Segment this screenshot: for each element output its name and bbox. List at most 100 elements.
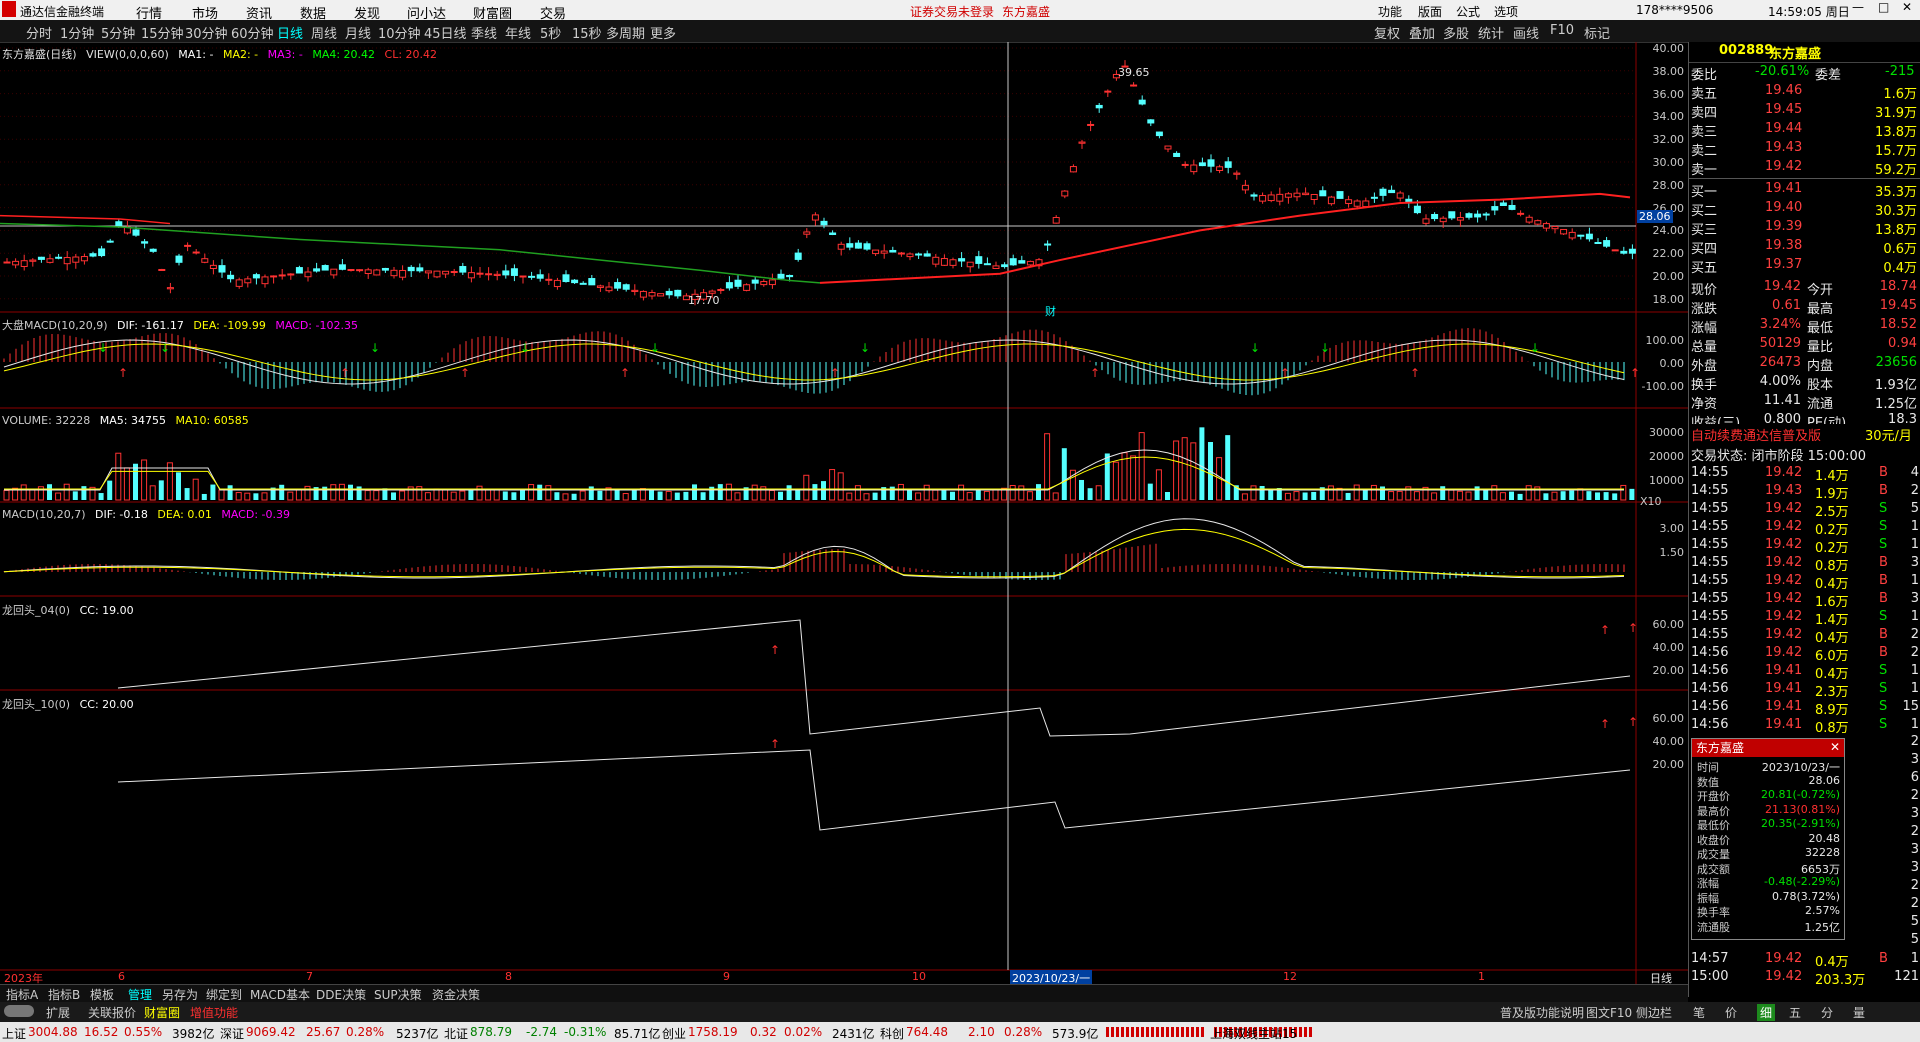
period-more[interactable]: 更多 [650, 23, 676, 42]
candle-down [1095, 104, 1103, 109]
sell-level-row[interactable]: 卖五 19.46 1.6万 [1689, 82, 1920, 102]
buy-level-row[interactable]: 买一 19.41 35.3万 [1689, 180, 1920, 200]
tick-count: 1 [1910, 663, 1919, 678]
toggle-switch[interactable] [4, 1005, 34, 1017]
volume-bar-up [915, 492, 922, 501]
finance-report-mark[interactable]: 财 [1045, 303, 1056, 319]
btn-kuozhan[interactable]: 扩展 [46, 1004, 70, 1021]
tool-diejia[interactable]: 叠加 [1409, 23, 1435, 42]
tab-lingcunwei[interactable]: 另存为 [162, 986, 198, 1003]
period-fenshi[interactable]: 分时 [26, 23, 52, 42]
volume-bar-down [201, 493, 207, 500]
minimize-icon[interactable]: — [1852, 0, 1864, 14]
tab-guanli[interactable]: 管理 [128, 986, 152, 1003]
tab-bangdingdao[interactable]: 绑定到 [206, 986, 242, 1003]
crosshair-info-popup[interactable]: 东方嘉盛 ✕ 时间 2023/10/23/一 数值 28.06 开盘价 20.81(-0.… [1691, 738, 1845, 940]
tool-tongji[interactable]: 统计 [1478, 23, 1504, 42]
period-15min[interactable]: 15分钟 [141, 23, 184, 42]
menu-gongneng[interactable]: 功能 [1378, 3, 1402, 20]
period-60min[interactable]: 60分钟 [231, 23, 274, 42]
sell-level-row[interactable]: 卖一 19.42 59.2万 [1689, 158, 1920, 178]
cy-label[interactable]: 创业 [662, 1025, 686, 1042]
menu-xuanxiang[interactable]: 选项 [1494, 3, 1518, 20]
tab-liang[interactable]: 量 [1853, 1004, 1865, 1021]
tab-zijin[interactable]: 资金决策 [432, 986, 480, 1003]
buy-level-row[interactable]: 买五 19.37 0.4万 [1689, 256, 1920, 276]
tab-xi[interactable]: 细 [1757, 1004, 1776, 1021]
tick-price: 19.42 [1765, 573, 1803, 588]
menu-banmian[interactable]: 版面 [1418, 3, 1442, 20]
volume-tick-label: 30000 [1649, 426, 1684, 439]
sell-level-row[interactable]: 卖三 19.44 13.8万 [1689, 120, 1920, 140]
tab-jia[interactable]: 价 [1725, 1004, 1737, 1021]
tab-bi[interactable]: 笔 [1693, 1004, 1705, 1021]
tab-dde[interactable]: DDE决策 [316, 986, 366, 1003]
tab-macd-basic[interactable]: MACD基本 [250, 986, 310, 1003]
tick-count: 2 [1910, 896, 1919, 911]
tab-wu[interactable]: 五 [1789, 1004, 1801, 1021]
promo-text[interactable]: 自动续费通达信普及版 [1691, 425, 1821, 444]
tool-biaoji[interactable]: 标记 [1584, 23, 1610, 42]
login-notice[interactable]: 证券交易未登录 [910, 3, 994, 20]
sz-label[interactable]: 深证 [220, 1025, 244, 1042]
tool-fuquan[interactable]: 复权 [1374, 23, 1400, 42]
tab-zhibiao-b[interactable]: 指标B [48, 986, 80, 1003]
maximize-icon[interactable]: □ [1878, 0, 1889, 14]
btn-caifuquan[interactable]: 财富圈 [144, 1004, 180, 1021]
buy-level-row[interactable]: 买三 19.39 13.8万 [1689, 218, 1920, 238]
sell-level-row[interactable]: 卖四 19.45 31.9万 [1689, 101, 1920, 121]
account-id[interactable]: 178****9506 [1636, 3, 1713, 17]
tool-duogu[interactable]: 多股 [1443, 23, 1469, 42]
period-year[interactable]: 年线 [505, 23, 531, 42]
period-monthly[interactable]: 月线 [345, 23, 371, 42]
period-10min[interactable]: 10分钟 [378, 23, 421, 42]
tool-f10[interactable]: F10 [1550, 23, 1574, 38]
macd-big-title: 大盘MACD(10,20,9) [2, 319, 108, 332]
tab-moban[interactable]: 模板 [90, 986, 114, 1003]
close-icon[interactable]: ✕ [1902, 0, 1912, 14]
btn-zengzhi[interactable]: 增值功能 [190, 1004, 238, 1021]
promo-row[interactable]: 自动续费通达信普及版 30元/月 [1689, 424, 1920, 444]
period-15sec[interactable]: 15秒 [572, 23, 602, 42]
bz-label[interactable]: 北证 [444, 1025, 468, 1042]
period-1min[interactable]: 1分钟 [60, 23, 94, 42]
period-multi[interactable]: 多周期 [606, 23, 645, 42]
period-weekly[interactable]: 周线 [311, 23, 337, 42]
period-5min[interactable]: 5分钟 [101, 23, 135, 42]
menu-gongshi[interactable]: 公式 [1456, 3, 1480, 20]
tool-huaxian[interactable]: 画线 [1513, 23, 1539, 42]
candle-up [1534, 220, 1542, 225]
buy-level-row[interactable]: 买四 19.38 0.6万 [1689, 237, 1920, 257]
link-tuwen-f10[interactable]: 图文F10 [1586, 1004, 1632, 1021]
candle-up [1310, 193, 1318, 200]
stat-row: 净资 11.41 流通 1.25亿 [1689, 392, 1920, 412]
period-5sec[interactable]: 5秒 [540, 23, 561, 42]
btn-guanlian[interactable]: 关联报价 [88, 1004, 136, 1021]
chart-area[interactable]: ↓ ↑ ↓ ↑ ↓ ↑ ↓ ↑ ↓ ↑ ↓ ↑ ↓ ↑ ↓ ↑ ↓ ↑ ↑ ↑ ↑ ↑ ↑ ↑ 东方嘉盛(日线) VIEW(0… [0, 42, 1688, 986]
stat-label: 量比 [1807, 340, 1834, 355]
period-30min[interactable]: 30分钟 [185, 23, 228, 42]
volume-bar-up [149, 485, 156, 501]
tab-sup[interactable]: SUP决策 [374, 986, 422, 1003]
candle-up [1542, 223, 1550, 229]
buy-level-row[interactable]: 买二 19.40 30.3万 [1689, 199, 1920, 219]
link-puji-shuoming[interactable]: 普及版功能说明 [1500, 1004, 1584, 1021]
period-quarter[interactable]: 季线 [471, 23, 497, 42]
sh-label[interactable]: 上证 [2, 1025, 26, 1042]
tick-price: 19.42 [1765, 519, 1803, 534]
period-45day[interactable]: 45日线 [424, 23, 467, 42]
period-daily[interactable]: 日线 [277, 23, 303, 42]
dragon10-header: 龙回头_10(0) CC: 20.00 [2, 696, 134, 712]
promo-price[interactable]: 30元/月 [1865, 425, 1912, 444]
volume-ma5-line [4, 449, 1624, 491]
tab-fen[interactable]: 分 [1821, 1004, 1833, 1021]
link-cebianlan[interactable]: 侧边栏 [1636, 1004, 1672, 1021]
candle-up [29, 259, 37, 262]
signal-arrow-icon: ↓ [860, 341, 870, 355]
tick-count: 2 [1910, 824, 1919, 839]
server-name[interactable]: 上海双线主站15 [1210, 1025, 1297, 1042]
tab-zhibiao-a[interactable]: 指标A [6, 986, 38, 1003]
kc-label[interactable]: 科创 [880, 1025, 904, 1042]
sell-level-row[interactable]: 卖二 19.43 15.7万 [1689, 139, 1920, 159]
popup-close-icon[interactable]: ✕ [1830, 740, 1840, 754]
